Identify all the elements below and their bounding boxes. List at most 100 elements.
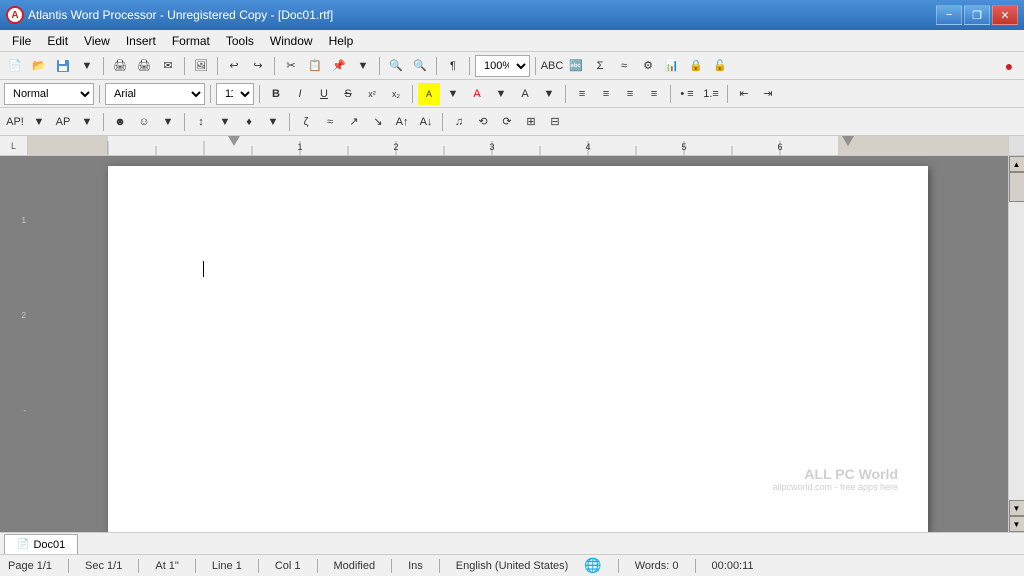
special4-button[interactable]: 📊 [661, 55, 683, 77]
highlight-button[interactable]: A [418, 83, 440, 105]
tb3-11[interactable]: ▼ [262, 111, 284, 133]
separator2 [184, 57, 185, 75]
tb3-16[interactable]: A↑ [391, 111, 413, 133]
indent-button[interactable]: ⇥ [757, 83, 779, 105]
menu-insert[interactable]: Insert [118, 32, 164, 50]
tb3-22[interactable]: ⊟ [544, 111, 566, 133]
status-line: Line 1 [212, 560, 242, 572]
status-sep1 [68, 559, 69, 573]
paragraph-marks-button[interactable]: ¶ [442, 55, 464, 77]
document[interactable]: ALL PC World allpcworld.com - free apps … [108, 166, 928, 532]
scroll-up-button[interactable]: ▲ [1009, 156, 1024, 172]
highlight-dropdown-button[interactable]: ▼ [442, 83, 464, 105]
special3-button[interactable]: ⚙ [637, 55, 659, 77]
tb3-21[interactable]: ⊞ [520, 111, 542, 133]
tb3-10[interactable]: ♦ [238, 111, 260, 133]
align-right-button[interactable]: ≡ [619, 83, 641, 105]
tb3-17[interactable]: A↓ [415, 111, 437, 133]
style-select[interactable]: Normal Heading 1 Heading 2 [4, 83, 94, 105]
menu-window[interactable]: Window [262, 32, 321, 50]
find2-button[interactable]: 🔍 [409, 55, 431, 77]
font-size-select[interactable]: 8910 111214 [216, 83, 254, 105]
outdent-button[interactable]: ⇤ [733, 83, 755, 105]
new-button[interactable]: 📄 [4, 55, 26, 77]
spell2-button[interactable]: 🔤 [565, 55, 587, 77]
window-controls: − ❐ ✕ [936, 5, 1018, 25]
print-button[interactable]: 🖨 [133, 55, 155, 77]
special1-button[interactable]: Σ [589, 55, 611, 77]
tb3-2[interactable]: ▼ [28, 111, 50, 133]
align-justify-button[interactable]: ≡ [643, 83, 665, 105]
separator1 [103, 57, 104, 75]
scroll-track[interactable] [1009, 172, 1024, 500]
close-button[interactable]: ✕ [992, 5, 1018, 25]
tb3-20[interactable]: ⟳ [496, 111, 518, 133]
email-button[interactable]: ✉ [157, 55, 179, 77]
numbering-button[interactable]: 1.≡ [700, 83, 722, 105]
menu-help[interactable]: Help [321, 32, 362, 50]
tb3-4[interactable]: ▼ [76, 111, 98, 133]
scroll-down-button[interactable]: ▼ [1009, 500, 1024, 516]
copy-button[interactable]: 📋 [304, 55, 326, 77]
paste-button[interactable]: 📌 [328, 55, 350, 77]
special2-button[interactable]: ≈ [613, 55, 635, 77]
redo-button[interactable]: ↪ [247, 55, 269, 77]
scroll-bottom-button[interactable]: ▼ [1009, 516, 1024, 532]
special5-button[interactable]: 🔒 [685, 55, 707, 77]
font-bg-dropdown-button[interactable]: ▼ [538, 83, 560, 105]
find-button[interactable]: 🔍 [385, 55, 407, 77]
open-button[interactable]: 📂 [28, 55, 50, 77]
scroll-thumb[interactable] [1009, 172, 1024, 202]
print-preview-button[interactable]: 🖨 [109, 55, 131, 77]
tb3-19[interactable]: ⟲ [472, 111, 494, 133]
tb3-8[interactable]: ↕ [190, 111, 212, 133]
menu-tools[interactable]: Tools [218, 32, 262, 50]
menu-edit[interactable]: Edit [39, 32, 76, 50]
tb3-18[interactable]: ♫ [448, 111, 470, 133]
tb3-1[interactable]: AP! [4, 111, 26, 133]
special6-button[interactable]: 🔓 [709, 55, 731, 77]
tb3-15[interactable]: ↘ [367, 111, 389, 133]
restore-button[interactable]: ❐ [964, 5, 990, 25]
font-color-button[interactable]: A [466, 83, 488, 105]
status-sep3 [195, 559, 196, 573]
left-margin: 1 2 - [0, 156, 28, 532]
undo-button[interactable]: ↩ [223, 55, 245, 77]
tb3-3[interactable]: AP [52, 111, 74, 133]
svg-text:5: 5 [681, 142, 686, 152]
menu-file[interactable]: File [4, 32, 39, 50]
atlantis-button[interactable]: ● [998, 55, 1020, 77]
svg-text:6: 6 [777, 142, 782, 152]
tb3-12[interactable]: ζ [295, 111, 317, 133]
font-select[interactable]: Arial Times New Roman Courier New [105, 83, 205, 105]
menu-format[interactable]: Format [164, 32, 218, 50]
italic-button[interactable]: I [289, 83, 311, 105]
cut-button[interactable]: ✂ [280, 55, 302, 77]
tb3-13[interactable]: ≈ [319, 111, 341, 133]
tb3-14[interactable]: ↗ [343, 111, 365, 133]
tb3-9[interactable]: ▼ [214, 111, 236, 133]
doc-tab-doc01[interactable]: 📄 Doc01 [4, 534, 78, 554]
tb3-5[interactable]: ☻ [109, 111, 131, 133]
minimize-button[interactable]: − [936, 5, 962, 25]
spell-button[interactable]: ABC [541, 55, 563, 77]
zoom-select[interactable]: 50% 75% 100% 125% 150% 200% [475, 55, 530, 77]
underline-button[interactable]: U [313, 83, 335, 105]
subscript-button[interactable]: x₂ [385, 83, 407, 105]
align-left-button[interactable]: ≡ [571, 83, 593, 105]
superscript-button[interactable]: x² [361, 83, 383, 105]
strikethrough-button[interactable]: S [337, 83, 359, 105]
tb3-6[interactable]: ☺ [133, 111, 155, 133]
align-center-button[interactable]: ≡ [595, 83, 617, 105]
bullets-button[interactable]: • ≡ [676, 83, 698, 105]
menu-view[interactable]: View [76, 32, 118, 50]
image-button[interactable]: 🖼 [190, 55, 212, 77]
save-button[interactable] [52, 55, 74, 77]
font-color-dropdown-button[interactable]: ▼ [490, 83, 512, 105]
save-dropdown-button[interactable]: ▼ [76, 55, 98, 77]
bold-button[interactable]: B [265, 83, 287, 105]
status-modified: Modified [334, 560, 376, 572]
font-bg-button[interactable]: A [514, 83, 536, 105]
paste-dropdown-button[interactable]: ▼ [352, 55, 374, 77]
tb3-7[interactable]: ▼ [157, 111, 179, 133]
